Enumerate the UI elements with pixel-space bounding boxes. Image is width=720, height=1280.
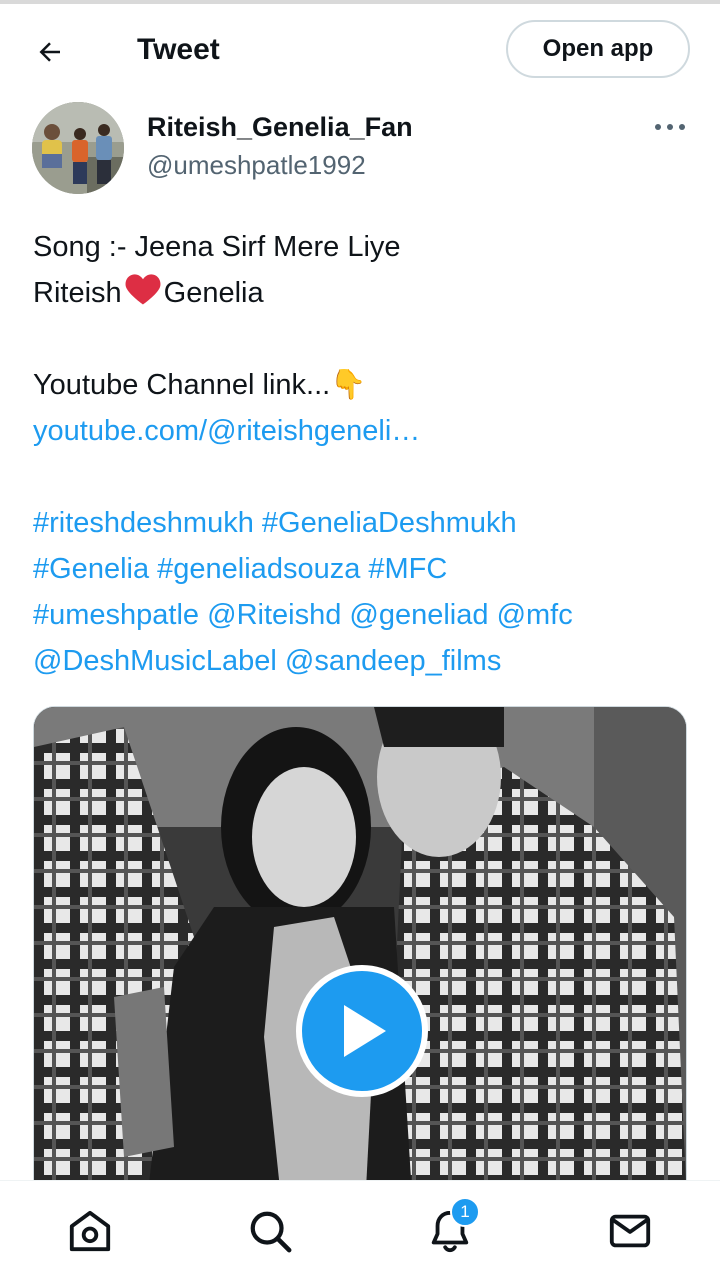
search-icon bbox=[250, 1211, 292, 1253]
name-right: Genelia bbox=[163, 277, 264, 309]
mention-link[interactable]: @Riteishd bbox=[207, 599, 341, 631]
pointing-down-emoji: 👇 bbox=[330, 369, 367, 401]
hashtag-link[interactable]: #umeshpatle bbox=[33, 599, 199, 631]
mention-link[interactable]: @sandeep_films bbox=[285, 645, 501, 677]
messages-icon bbox=[609, 1214, 651, 1248]
hashtag-row-1: #riteshdeshmukh #GeneliaDeshmukh bbox=[33, 500, 693, 546]
notification-badge: 1 bbox=[450, 1197, 480, 1227]
more-button[interactable] bbox=[648, 112, 692, 142]
mention-link[interactable]: @mfc bbox=[497, 599, 573, 631]
play-icon bbox=[344, 1005, 386, 1057]
arrow-left-icon bbox=[39, 42, 60, 62]
hashtag-link[interactable]: #MFC bbox=[368, 553, 447, 585]
bottom-navigation: 1 bbox=[0, 1180, 720, 1280]
user-handle[interactable]: @umeshpatle1992 bbox=[147, 148, 366, 182]
back-button[interactable] bbox=[28, 30, 72, 74]
hashtag-link[interactable]: #riteshdeshmukh bbox=[33, 507, 254, 539]
display-name[interactable]: Riteish_Genelia_Fan bbox=[147, 110, 413, 144]
nav-home[interactable] bbox=[66, 1207, 114, 1255]
youtube-link[interactable]: youtube.com/@riteishgeneli… bbox=[33, 408, 693, 454]
red-heart-icon bbox=[125, 274, 161, 305]
mention-row-2: @DeshMusicLabel @sandeep_films bbox=[33, 638, 693, 684]
mention-link[interactable]: @geneliad bbox=[349, 599, 488, 631]
channel-text: Youtube Channel link... bbox=[33, 369, 331, 401]
hashtag-link[interactable]: #geneliadsouza bbox=[157, 553, 360, 585]
play-button[interactable] bbox=[296, 965, 428, 1097]
mention-link[interactable]: @DeshMusicLabel bbox=[33, 645, 277, 677]
song-line: Song :- Jeena Sirf Mere Liye bbox=[33, 231, 401, 263]
nav-messages[interactable] bbox=[606, 1207, 654, 1255]
channel-line: Youtube Channel link...👇 bbox=[33, 362, 693, 408]
open-app-button[interactable]: Open app bbox=[506, 20, 690, 78]
page-title: Tweet bbox=[137, 33, 220, 66]
top-bar: Tweet Open app bbox=[0, 4, 720, 96]
name-left: Riteish bbox=[33, 277, 122, 309]
tweet-text: Song :- Jeena Sirf Mere Liye Riteish Gene… bbox=[33, 224, 693, 684]
video-thumbnail[interactable] bbox=[33, 706, 687, 1226]
names-line: Riteish Genelia bbox=[33, 270, 693, 316]
hashtag-link[interactable]: #Genelia bbox=[33, 553, 149, 585]
mention-row-1: #umeshpatle @Riteishd @geneliad @mfc bbox=[33, 592, 693, 638]
hashtag-link[interactable]: #GeneliaDeshmukh bbox=[262, 507, 517, 539]
home-icon bbox=[69, 1210, 111, 1252]
hashtag-row-2: #Genelia #geneliadsouza #MFC bbox=[33, 546, 693, 592]
avatar[interactable] bbox=[32, 102, 124, 194]
nav-search[interactable] bbox=[246, 1207, 294, 1255]
more-horizontal-icon bbox=[655, 124, 685, 130]
tweet-author: Riteish_Genelia_Fan @umeshpatle1992 bbox=[0, 100, 720, 200]
